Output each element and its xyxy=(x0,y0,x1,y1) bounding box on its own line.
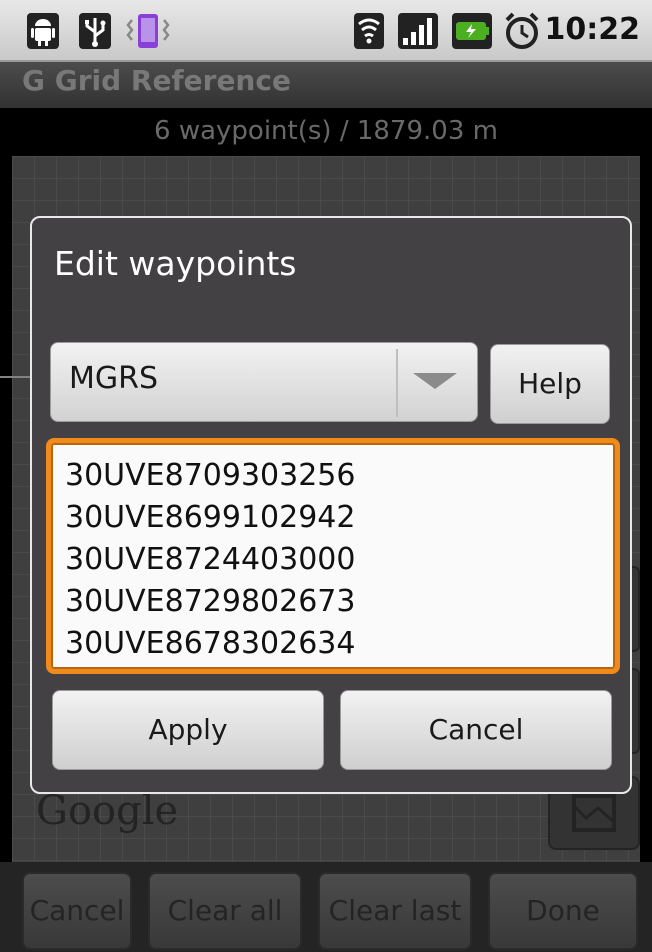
waypoint-line: 30UVE8678302634 xyxy=(65,626,356,661)
app-title-bar: G Grid Reference xyxy=(0,62,652,108)
usb-icon xyxy=(79,13,111,49)
apply-button[interactable]: Apply xyxy=(52,690,324,770)
clear-last-button[interactable]: Clear last xyxy=(318,872,472,950)
android-debug-icon xyxy=(27,13,59,49)
waypoint-line: 30UVE8709303256 xyxy=(65,458,356,493)
coordinate-format-value: MGRS xyxy=(69,361,159,396)
waypoint-line: 30UVE8724403000 xyxy=(65,542,356,577)
waypoint-summary: 6 waypoint(s) / 1879.03 m xyxy=(0,108,652,156)
status-bar: 10:22 xyxy=(0,0,652,62)
map-edge-marker xyxy=(0,376,30,378)
edit-waypoints-dialog: Edit waypoints MGRS Help 30UVE8709303256… xyxy=(30,216,632,794)
select-divider xyxy=(396,349,398,417)
dialog-title: Edit waypoints xyxy=(54,244,297,283)
battery-charging-icon xyxy=(452,13,492,49)
chevron-down-icon xyxy=(413,373,457,389)
app-title: G Grid Reference xyxy=(22,64,291,97)
signal-icon xyxy=(398,13,438,49)
dialog-cancel-button[interactable]: Cancel xyxy=(340,690,612,770)
help-button[interactable]: Help xyxy=(490,344,610,424)
bottom-action-bar: Cancel Clear all Clear last Done xyxy=(0,862,652,952)
map-attribution: Google xyxy=(36,788,179,834)
waypoint-line: 30UVE8729802673 xyxy=(65,584,356,619)
vibrate-icon xyxy=(126,14,170,48)
done-button[interactable]: Done xyxy=(488,872,638,950)
waypoints-textarea[interactable]: 30UVE8709303256 30UVE8699102942 30UVE872… xyxy=(46,438,620,674)
alarm-icon xyxy=(505,12,539,49)
waypoint-line: 30UVE8699102942 xyxy=(65,500,356,535)
status-time: 10:22 xyxy=(544,12,641,47)
cancel-button[interactable]: Cancel xyxy=(22,872,132,950)
wifi-icon xyxy=(354,13,384,49)
coordinate-format-select[interactable]: MGRS xyxy=(50,342,478,422)
clear-all-button[interactable]: Clear all xyxy=(148,872,302,950)
